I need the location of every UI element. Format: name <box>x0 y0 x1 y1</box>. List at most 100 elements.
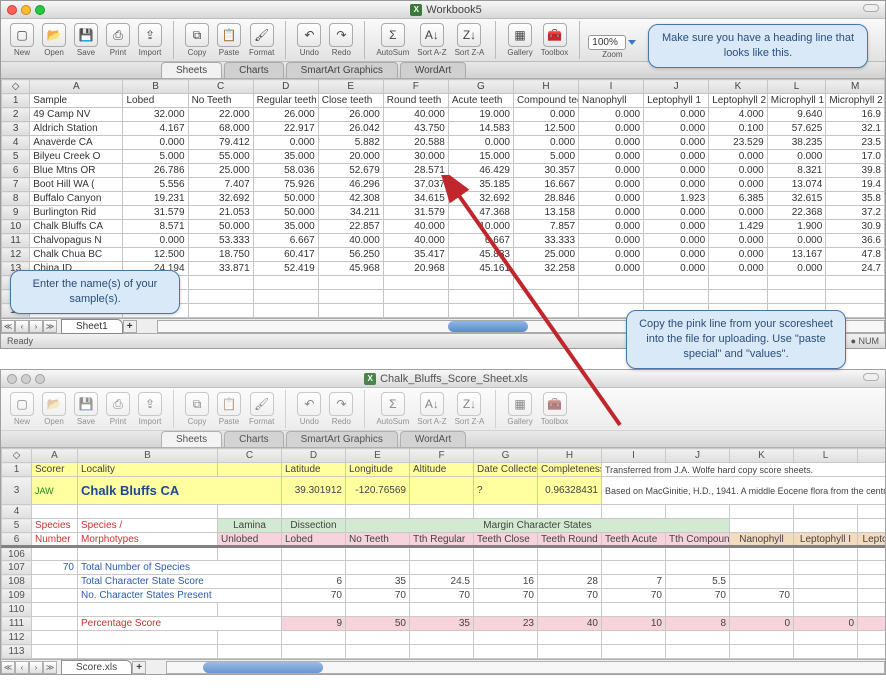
cell[interactable]: No Teeth <box>346 533 410 547</box>
col-header[interactable]: B <box>123 80 188 94</box>
col-header[interactable]: D <box>253 80 318 94</box>
cell[interactable]: 10 <box>602 617 666 631</box>
cell[interactable]: 23.529 <box>709 136 768 150</box>
cell[interactable] <box>282 645 346 659</box>
cell[interactable]: 40.000 <box>318 234 383 248</box>
cell[interactable]: 28.571 <box>383 164 448 178</box>
cell[interactable] <box>730 603 794 617</box>
cell[interactable] <box>858 561 886 575</box>
cell[interactable] <box>794 603 858 617</box>
cell[interactable]: Chalk Chua BC <box>30 248 123 262</box>
cell[interactable] <box>602 645 666 659</box>
cell[interactable]: Locality <box>78 463 218 477</box>
row-header[interactable]: 4 <box>2 136 30 150</box>
cell[interactable]: D <box>282 449 346 463</box>
cell[interactable]: 79.412 <box>188 136 253 150</box>
cell[interactable]: Completeness ratio <box>538 463 602 477</box>
col-header[interactable]: H <box>513 80 578 94</box>
cell[interactable] <box>282 631 346 645</box>
cell[interactable]: 35 <box>346 575 410 589</box>
undo-button[interactable]: ↶Undo <box>294 390 324 428</box>
cell[interactable] <box>602 547 666 561</box>
cell[interactable] <box>858 589 886 603</box>
cell[interactable] <box>474 631 538 645</box>
cell[interactable] <box>32 505 78 519</box>
cell[interactable] <box>858 505 886 519</box>
row-header[interactable]: 12 <box>2 248 30 262</box>
cell[interactable]: 39.8 <box>826 164 885 178</box>
cell[interactable]: 0.000 <box>644 234 709 248</box>
cell[interactable]: 0.000 <box>644 220 709 234</box>
add-sheet-button[interactable]: + <box>123 320 137 333</box>
cell[interactable]: 31.579 <box>383 206 448 220</box>
cell[interactable]: 8.571 <box>123 220 188 234</box>
cell[interactable]: Unlobed <box>218 533 282 547</box>
close-icon[interactable] <box>7 374 17 384</box>
cell[interactable]: 26.042 <box>318 122 383 136</box>
cell[interactable]: 1.429 <box>709 220 768 234</box>
cell[interactable] <box>767 276 826 290</box>
cell[interactable]: 0.000 <box>513 136 578 150</box>
cell[interactable] <box>794 645 858 659</box>
cell[interactable] <box>474 547 538 561</box>
cell[interactable]: 13.074 <box>767 178 826 192</box>
cell[interactable]: 6 <box>282 575 346 589</box>
cell[interactable]: 0 <box>794 617 858 631</box>
cell[interactable] <box>538 505 602 519</box>
cell[interactable]: 0.000 <box>767 150 826 164</box>
cell[interactable]: 6.667 <box>253 234 318 248</box>
cell[interactable] <box>666 561 730 575</box>
cell[interactable]: 26.000 <box>318 108 383 122</box>
cell[interactable]: 0.000 <box>644 248 709 262</box>
cell[interactable]: Close teeth <box>318 94 383 108</box>
cell[interactable]: 4.167 <box>123 122 188 136</box>
cell[interactable] <box>346 645 410 659</box>
autosum-button[interactable]: ΣAutoSum <box>373 21 412 59</box>
cell[interactable] <box>318 290 383 304</box>
cell[interactable]: 13.167 <box>767 248 826 262</box>
cell[interactable]: 0 <box>730 617 794 631</box>
row-header[interactable]: 6 <box>2 164 30 178</box>
cell[interactable]: 0.000 <box>513 108 578 122</box>
toolbar-toggle-icon[interactable] <box>863 373 879 381</box>
cell[interactable]: 5.5 <box>666 575 730 589</box>
cell[interactable]: Nanophyll <box>730 533 794 547</box>
cell[interactable]: JAW <box>32 477 78 505</box>
cell[interactable] <box>858 519 886 533</box>
cell[interactable]: 23 <box>474 617 538 631</box>
cell[interactable]: H <box>538 449 602 463</box>
tab-sheets[interactable]: Sheets <box>161 62 222 78</box>
minimize-icon[interactable] <box>21 374 31 384</box>
tab-sheets[interactable]: Sheets <box>161 431 222 447</box>
cell[interactable] <box>858 603 886 617</box>
cell[interactable] <box>709 276 768 290</box>
cell[interactable]: 22.368 <box>767 206 826 220</box>
cell[interactable] <box>730 575 794 589</box>
col-header[interactable]: A <box>30 80 123 94</box>
cell[interactable] <box>410 645 474 659</box>
cell[interactable]: F <box>410 449 474 463</box>
cell[interactable]: 70 <box>602 589 666 603</box>
cell[interactable]: Morphotypes <box>78 533 218 547</box>
zoom-value[interactable]: 100% <box>588 35 626 50</box>
new-button[interactable]: ▢New <box>7 390 37 428</box>
cell[interactable]: 24.7 <box>826 262 885 276</box>
cell[interactable]: Date Collected <box>474 463 538 477</box>
cell[interactable]: 40 <box>538 617 602 631</box>
cell[interactable]: No. Character States Present <box>78 589 282 603</box>
cell[interactable]: 50 <box>346 617 410 631</box>
cell[interactable] <box>602 505 666 519</box>
cell[interactable]: 32.692 <box>188 192 253 206</box>
cell[interactable]: Leptophyll 1 <box>644 94 709 108</box>
col-header[interactable]: K <box>709 80 768 94</box>
horizontal-scrollbar[interactable] <box>166 661 885 674</box>
cell[interactable]: 113 <box>2 645 32 659</box>
cell[interactable]: 32.615 <box>767 192 826 206</box>
cell[interactable] <box>188 304 253 318</box>
save-button[interactable]: 💾Save <box>71 21 101 59</box>
cell[interactable]: 25.000 <box>188 164 253 178</box>
cell[interactable]: Leptophyll II <box>858 533 886 547</box>
cell[interactable]: 57.625 <box>767 122 826 136</box>
redo-button[interactable]: ↷Redo <box>326 21 356 59</box>
cell[interactable]: 1.923 <box>644 192 709 206</box>
